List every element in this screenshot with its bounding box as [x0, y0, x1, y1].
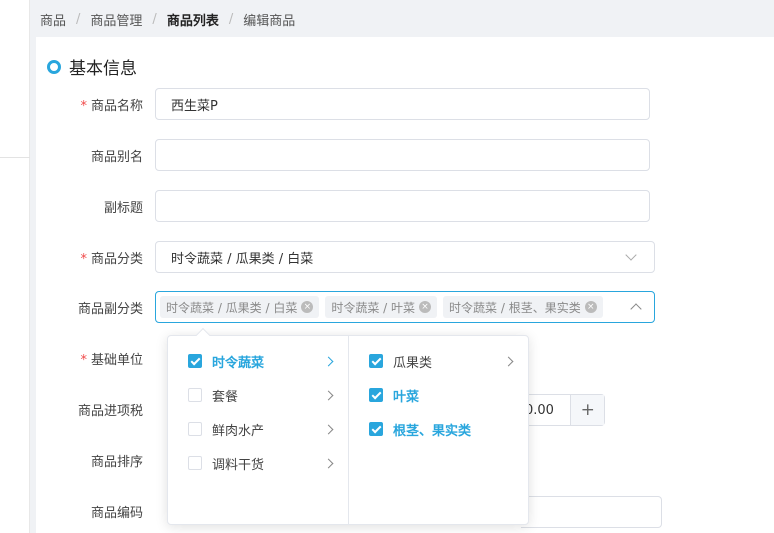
cascader-menu-level2: 瓜果类 叶菜 根茎、果实类 [348, 336, 528, 524]
product-alias-input[interactable] [155, 139, 650, 171]
selected-tag: 时令蔬菜 / 根茎、果实类 × [443, 296, 603, 318]
row-code: 商品编码 [36, 495, 155, 527]
breadcrumb-item[interactable]: 商品 [40, 10, 66, 29]
cascader-option[interactable]: 调料干货 [168, 446, 348, 480]
sub-category-multiselect[interactable]: 时令蔬菜 / 瓜果类 / 白菜 × 时令蔬菜 / 叶菜 × 时令蔬菜 / 根茎、果实… [155, 291, 655, 323]
increment-button[interactable]: + [570, 395, 604, 425]
category-cascader-dropdown: 时令蔬菜 套餐 鲜肉水产 调料干货 瓜果类 叶菜 根茎、果实类 [167, 327, 529, 525]
row-tax: 商品进项税 [36, 393, 155, 425]
tag-close-icon[interactable]: × [301, 301, 314, 313]
field-label: * 商品名称 [80, 98, 143, 114]
row-product-name: * 商品名称 西生菜P [36, 88, 650, 120]
cascader-menu-level1: 时令蔬菜 套餐 鲜肉水产 调料干货 [168, 336, 348, 524]
chevron-right-icon [323, 356, 334, 366]
required-mark: * [80, 352, 87, 368]
row-sub-category: 商品副分类 时令蔬菜 / 瓜果类 / 白菜 × 时令蔬菜 / 叶菜 × 时令蔬菜 /… [36, 291, 655, 323]
tag-close-icon[interactable]: × [584, 301, 597, 313]
checkbox[interactable] [188, 456, 202, 470]
cascader-option[interactable]: 时令蔬菜 [168, 344, 348, 378]
cascader-option[interactable]: 根茎、果实类 [349, 412, 528, 446]
field-label: * 商品分类 [80, 251, 143, 267]
subtitle-input[interactable] [155, 190, 650, 222]
checkbox[interactable] [369, 354, 383, 368]
row-category: * 商品分类 时令蔬菜 / 瓜果类 / 白菜 [36, 241, 655, 273]
breadcrumb-separator: / [76, 11, 81, 27]
row-subtitle: 副标题 [36, 190, 650, 222]
cascader-option[interactable]: 鲜肉水产 [168, 412, 348, 446]
product-name-input[interactable]: 西生菜P [155, 88, 650, 120]
cascader-option[interactable]: 瓜果类 [349, 344, 528, 378]
row-product-alias: 商品别名 [36, 139, 650, 171]
breadcrumb-separator: / [228, 11, 234, 27]
chevron-right-icon [323, 390, 334, 400]
field-label: 商品进项税 [77, 403, 143, 419]
breadcrumb-current: 编辑商品 [243, 13, 296, 29]
field-label: 商品别名 [90, 149, 143, 165]
product-code-input[interactable] [521, 496, 662, 528]
breadcrumb-separator: / [152, 11, 157, 27]
tax-stepper[interactable]: 0.00 + [521, 394, 605, 426]
cascader-option[interactable]: 叶菜 [349, 378, 528, 412]
field-label: 副标题 [103, 200, 143, 216]
field-label: 商品编码 [90, 505, 143, 521]
breadcrumb-item[interactable]: 商品管理 [90, 10, 142, 29]
checkbox[interactable] [188, 422, 202, 436]
section-title-text: 基本信息 [69, 59, 137, 79]
chevron-down-icon [625, 249, 637, 261]
checkbox[interactable] [369, 422, 383, 436]
field-label: 商品排序 [90, 454, 143, 470]
chevron-right-icon [503, 356, 514, 366]
field-label: 商品副分类 [77, 301, 143, 317]
cascader-option[interactable]: 套餐 [168, 378, 348, 412]
category-select[interactable]: 时令蔬菜 / 瓜果类 / 白菜 [155, 241, 655, 273]
checkbox[interactable] [188, 388, 202, 402]
checkbox[interactable] [369, 388, 383, 402]
section-dot-icon [47, 59, 61, 74]
tag-close-icon[interactable]: × [419, 301, 432, 313]
checkbox[interactable] [188, 354, 202, 368]
required-mark: * [80, 98, 87, 114]
selected-tag: 时令蔬菜 / 叶菜 × [325, 296, 438, 318]
required-mark: * [80, 251, 87, 267]
tag-list: 时令蔬菜 / 瓜果类 / 白菜 × 时令蔬菜 / 叶菜 × 时令蔬菜 / 根茎、果实… [160, 296, 603, 318]
chevron-right-icon [323, 424, 334, 434]
chevron-up-icon [630, 303, 642, 315]
breadcrumb: 商品 / 商品管理 / 商品列表 / 编辑商品 [40, 8, 295, 30]
breadcrumb-item[interactable]: 商品列表 [167, 10, 219, 29]
field-label: * 基础单位 [80, 352, 143, 368]
row-sort: 商品排序 [36, 444, 155, 476]
row-unit: * 基础单位 [36, 342, 155, 374]
divider [0, 157, 30, 158]
side-panel [0, 0, 30, 533]
chevron-right-icon [323, 458, 334, 468]
category-select-value: 时令蔬菜 / 瓜果类 / 白菜 [171, 251, 314, 267]
section-title: 基本信息 [47, 54, 137, 79]
selected-tag: 时令蔬菜 / 瓜果类 / 白菜 × [160, 296, 320, 318]
